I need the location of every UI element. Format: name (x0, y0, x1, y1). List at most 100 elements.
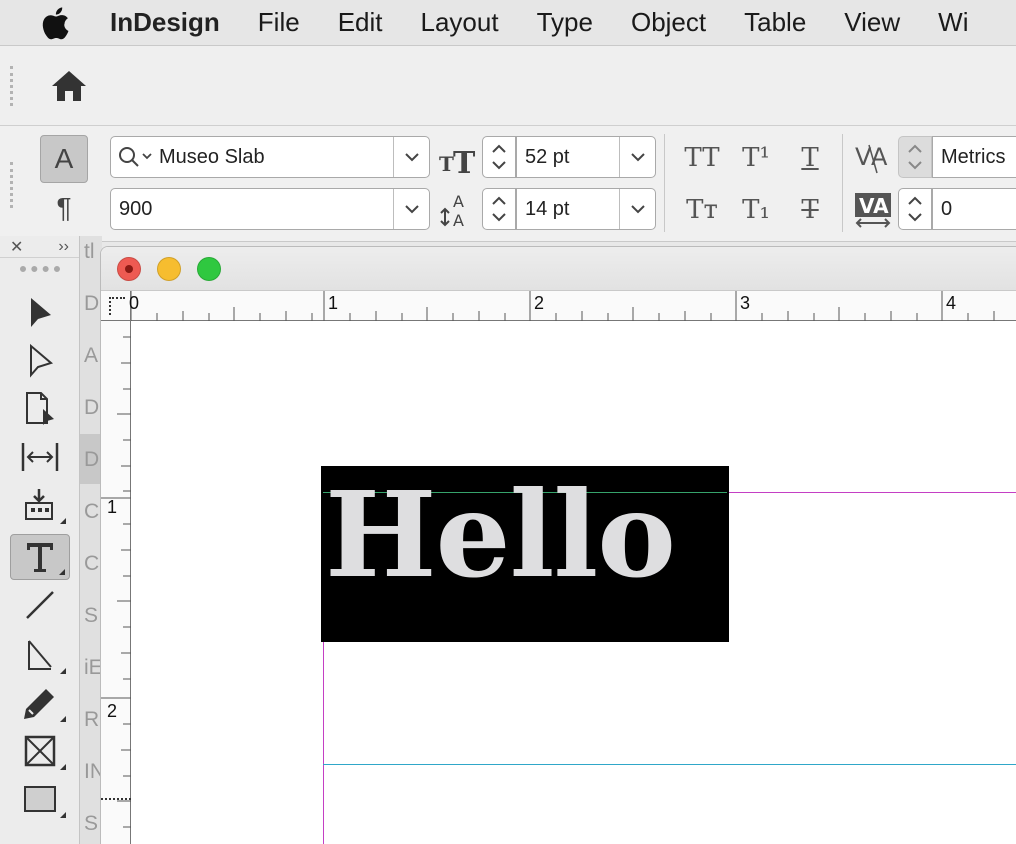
tracking-stepper[interactable] (898, 188, 932, 230)
small-caps-button[interactable]: Tт (680, 190, 724, 230)
tool-flyout-indicator (60, 518, 66, 524)
menu-type[interactable]: Type (537, 7, 593, 38)
menu-edit[interactable]: Edit (338, 7, 383, 38)
pencil-tool[interactable] (10, 680, 70, 726)
panel-grip[interactable] (10, 162, 14, 208)
menu-table[interactable]: Table (744, 7, 806, 38)
chevron-down-icon[interactable] (393, 137, 429, 177)
font-size-stepper[interactable] (482, 136, 516, 178)
panel-tab-label[interactable]: R (84, 708, 99, 732)
svg-text:T: T (439, 152, 454, 175)
chevron-down-icon[interactable] (393, 189, 429, 229)
panel-tab-label[interactable]: S (84, 604, 98, 628)
menu-file[interactable]: File (258, 7, 300, 38)
panel-tab-label[interactable]: tl (84, 240, 95, 264)
menu-object[interactable]: Object (631, 7, 706, 38)
apple-icon (42, 6, 69, 39)
document-canvas[interactable]: Hello (132, 322, 1016, 844)
line-tool[interactable] (10, 582, 70, 628)
panel-tab-label[interactable]: D (84, 396, 99, 420)
underline-button[interactable]: T (790, 138, 830, 178)
menu-bar: InDesign File Edit Layout Type Object Ta… (0, 0, 1016, 46)
kerning-value: Metrics (941, 145, 1006, 168)
close-window-button[interactable] (117, 256, 141, 281)
application-bar (0, 46, 1016, 126)
panel-tab-label[interactable]: C (84, 552, 99, 576)
font-size-value: 52 pt (525, 145, 570, 168)
subscript-button[interactable]: T₁ (736, 190, 776, 230)
leading-stepper[interactable] (482, 188, 516, 230)
control-panel: A ¶ Museo Slab 900 TT 52 pt AA 14 pt TT … (0, 126, 1016, 242)
chevron-down-icon[interactable] (619, 189, 655, 229)
ruler-origin[interactable] (101, 291, 131, 321)
leading-field[interactable]: 14 pt (516, 188, 656, 230)
minimize-window-button[interactable] (157, 256, 181, 281)
tools-panel: ✕ ›› (0, 236, 80, 844)
tracking-icon: VA (852, 190, 894, 230)
font-size-icon: TT (438, 142, 478, 176)
direct-selection-tool[interactable] (10, 338, 70, 384)
character-formatting-toggle[interactable]: A (40, 135, 88, 183)
rectangle-frame-icon (24, 735, 56, 767)
pen-tool-icon (28, 640, 52, 670)
document-title-bar[interactable] (101, 247, 1016, 291)
collapse-icon[interactable]: ›› (58, 238, 69, 256)
font-style-field[interactable]: 900 (110, 188, 430, 230)
divider (842, 134, 843, 232)
frame-text[interactable]: Hello (325, 476, 676, 594)
panel-tab-label[interactable]: S (84, 812, 98, 836)
font-size-field[interactable]: 52 pt (516, 136, 656, 178)
line-tool-icon (26, 591, 54, 619)
panel-tab-label[interactable]: D (84, 448, 99, 472)
vertical-ruler[interactable]: 1 2 (101, 321, 131, 844)
home-icon (52, 71, 86, 101)
type-tool[interactable] (10, 534, 70, 580)
svg-text:A: A (871, 143, 888, 171)
ruler-label: 3 (740, 293, 751, 313)
gap-tool[interactable] (10, 434, 70, 480)
tool-flyout-indicator (60, 668, 66, 674)
horizontal-ruler[interactable]: 0 1 2 3 4 (129, 291, 1016, 321)
tracking-field[interactable]: 0 (932, 188, 1016, 230)
content-collector-tool[interactable] (10, 482, 70, 528)
kerning-field[interactable]: Metrics (932, 136, 1016, 178)
all-caps-button[interactable]: TT (680, 138, 724, 178)
selection-tool[interactable] (10, 290, 70, 336)
strikethrough-button[interactable]: T (790, 190, 830, 230)
collapsed-panel-strip: tl D A D D C C S iE R IN S (80, 236, 102, 844)
panel-grip[interactable] (10, 66, 14, 106)
paragraph-formatting-toggle[interactable]: ¶ (40, 184, 88, 232)
close-dot-icon (125, 264, 133, 273)
panel-tab-label[interactable]: A (84, 344, 98, 368)
superscript-button[interactable]: T¹ (736, 138, 776, 178)
page-tool-icon (26, 392, 54, 425)
close-icon[interactable]: ✕ (10, 237, 23, 257)
menu-window[interactable]: Wi (938, 7, 968, 38)
kerning-icon: VA (852, 138, 894, 178)
zoom-window-button[interactable] (197, 256, 221, 281)
page-tool[interactable] (10, 386, 70, 432)
menu-app-name[interactable]: InDesign (110, 7, 220, 38)
text-frame[interactable]: Hello (321, 466, 729, 642)
font-family-field[interactable]: Museo Slab (110, 136, 430, 178)
panel-tab-label[interactable]: C (84, 500, 99, 524)
rectangle-frame-tool[interactable] (10, 728, 70, 774)
menu-view[interactable]: View (844, 7, 900, 38)
kerning-stepper[interactable] (898, 136, 932, 178)
ruler-label: 0 (129, 293, 140, 313)
ruler-label: 1 (328, 293, 339, 313)
pen-tool[interactable] (10, 632, 70, 678)
guide-line (323, 764, 1016, 765)
home-button[interactable] (50, 68, 88, 109)
tools-panel-header: ✕ ›› (0, 236, 79, 258)
svg-text:T: T (453, 146, 476, 175)
pencil-icon (24, 689, 54, 719)
rectangle-tool[interactable] (10, 776, 70, 822)
horizontal-ruler-ticks (131, 291, 995, 321)
menu-layout[interactable]: Layout (421, 7, 499, 38)
panel-tab-label[interactable]: D (84, 292, 99, 316)
search-icon (111, 145, 155, 169)
panel-grip[interactable] (20, 266, 60, 272)
apple-menu[interactable] (0, 6, 110, 40)
chevron-down-icon[interactable] (619, 137, 655, 177)
